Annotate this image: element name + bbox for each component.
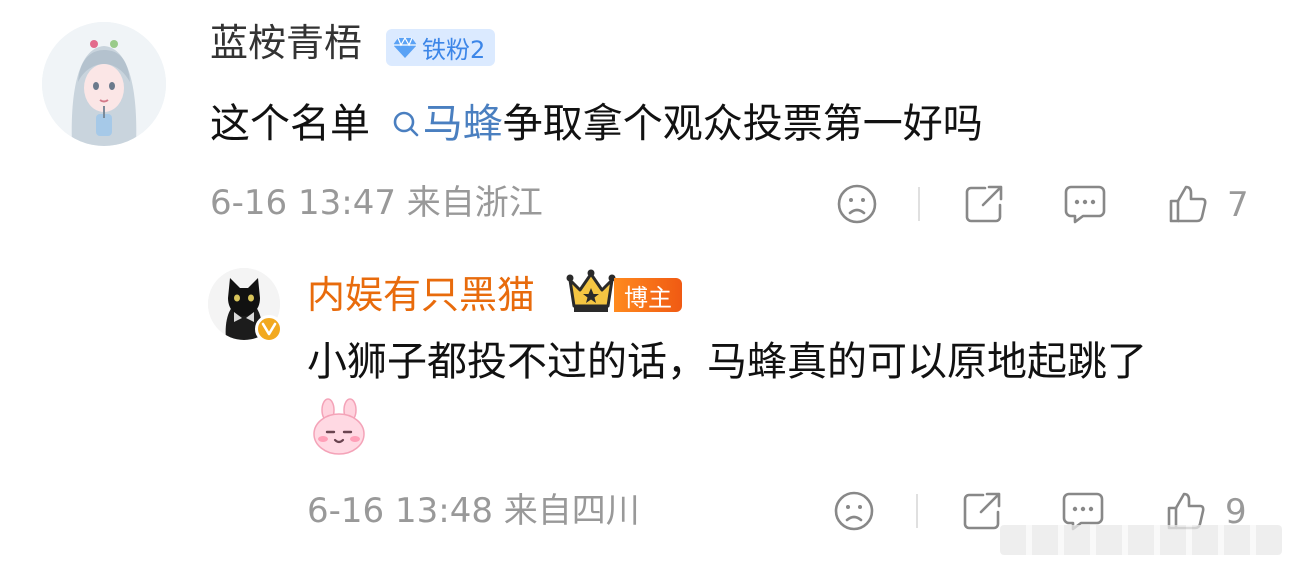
owner-badge: 博主 [614, 278, 682, 312]
reply-meta: 6-16 13:48 来自四川 [307, 491, 640, 531]
like-button[interactable] [1166, 182, 1210, 226]
pink-bunny-emoji-icon [313, 398, 365, 455]
sad-face-icon [837, 184, 877, 224]
comment-button[interactable] [1063, 182, 1107, 226]
action-divider [916, 494, 918, 528]
comment-text-before: 这个名单 [210, 101, 370, 147]
comment-meta: 6-16 13:47 来自浙江 [210, 183, 543, 223]
fan-badge[interactable]: 铁粉2 [386, 29, 496, 66]
search-icon [393, 111, 419, 137]
comment-text-after: 争取拿个观众投票第一好吗 [502, 101, 983, 147]
share-icon [965, 185, 1003, 223]
sad-face-icon [834, 491, 874, 531]
avatar[interactable] [42, 22, 166, 146]
share-icon [963, 492, 1001, 530]
verified-badge [255, 315, 283, 343]
watermark [1000, 525, 1282, 555]
comment-content: 这个名单 马蜂争取拿个观众投票第一好吗 [210, 100, 983, 148]
reply-like-count: 9 [1225, 492, 1247, 532]
anime-girl-avatar-icon [42, 22, 166, 146]
fan-badge-label: 铁粉2 [422, 36, 486, 64]
crown-icon [566, 269, 616, 312]
verified-v-icon [261, 322, 277, 336]
like-count: 7 [1227, 185, 1249, 225]
username[interactable]: 蓝桉青梧 [210, 24, 362, 62]
pink-bunny-emoji [310, 398, 368, 456]
topic-link[interactable]: 马蜂 [383, 101, 503, 147]
action-divider [918, 187, 920, 221]
reply-username[interactable]: 内娱有只黑猫 [307, 276, 535, 314]
reply-share-button[interactable] [960, 489, 1004, 533]
comment-icon [1064, 185, 1106, 224]
reply-dislike-button[interactable] [832, 489, 876, 533]
thumbs-up-icon [1169, 185, 1207, 223]
topic-link-text: 马蜂 [422, 101, 503, 147]
share-button[interactable] [962, 182, 1006, 226]
dislike-button[interactable] [835, 182, 879, 226]
reply-content: 小狮子都投不过的话，马蜂真的可以原地起跳了 [307, 339, 1147, 385]
diamond-icon [393, 36, 417, 58]
crown-badge [566, 268, 616, 314]
